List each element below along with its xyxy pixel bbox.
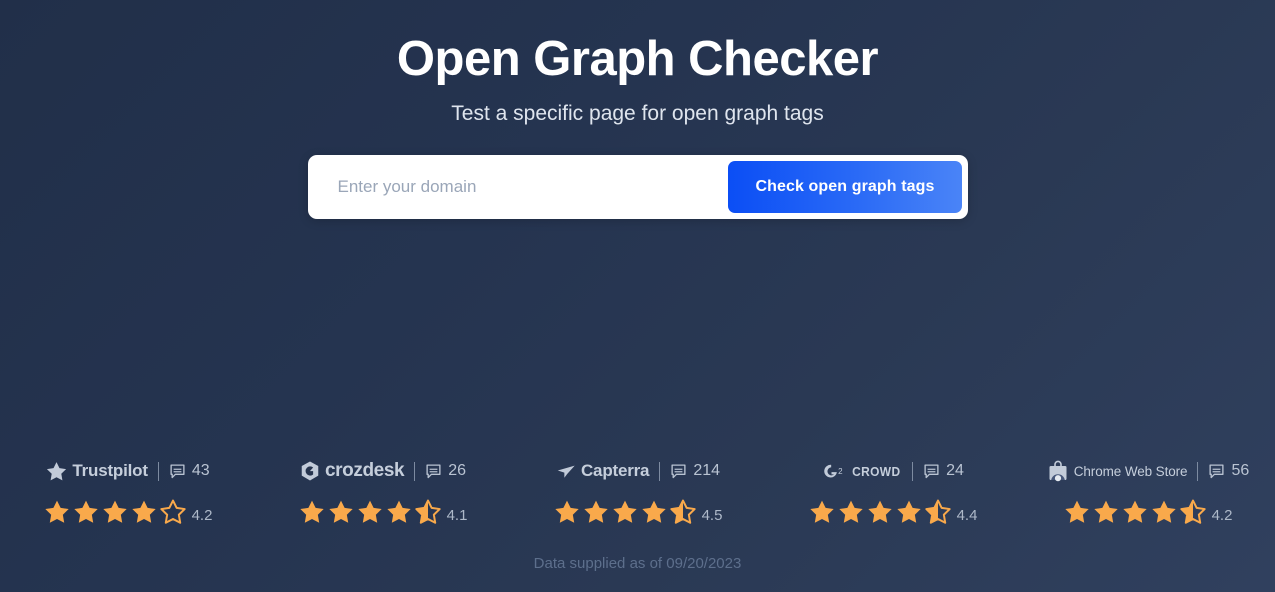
brand-name: crozdesk [325, 460, 405, 481]
rating-card[interactable]: crozdesk 26 4.1 [265, 458, 500, 526]
divider [1197, 461, 1199, 481]
brand-name: Trustpilot [72, 461, 148, 480]
rating-card[interactable]: Trustpilot 43 4.2 [10, 458, 245, 526]
review-count-value: 24 [946, 462, 964, 479]
star-half-icon [1179, 498, 1207, 526]
hero-section: Open Graph Checker Test a specific page … [0, 0, 1275, 128]
star-filled-icon [640, 498, 668, 526]
rating-score: 4.2 [1211, 507, 1233, 524]
star-rating: 4.5 [553, 498, 723, 526]
rating-card[interactable]: 2 CROWD 24 4.4 [775, 458, 1010, 526]
rating-score: 4.2 [191, 507, 213, 524]
star-filled-icon [130, 498, 158, 526]
rating-card[interactable]: Capterra 214 4.5 [520, 458, 755, 526]
star-filled-icon [895, 498, 923, 526]
rating-score: 4.4 [956, 507, 978, 524]
star-filled-icon [1063, 498, 1091, 526]
brand-row: 2 CROWD 24 [821, 458, 964, 484]
star-rating: 4.1 [298, 498, 468, 526]
star-rating: 4.4 [808, 498, 978, 526]
rating-score: 4.1 [446, 507, 468, 524]
g2-crowd-icon: 2 CROWD [821, 461, 902, 481]
divider [157, 461, 159, 481]
brand-name: Chrome Web Store [1073, 463, 1188, 479]
check-open-graph-tags-button[interactable]: Check open graph tags [728, 161, 962, 213]
star-filled-icon [356, 498, 384, 526]
star-rating: 4.2 [43, 498, 213, 526]
brand-row: crozdesk 26 [299, 458, 466, 484]
domain-input[interactable] [313, 161, 729, 213]
chrome-web-store-bag-icon: Chrome Web Store [1046, 459, 1188, 483]
star-filled-icon [43, 498, 71, 526]
page-subtitle: Test a specific page for open graph tags [451, 102, 824, 125]
divider [414, 461, 416, 481]
comment-icon [670, 463, 687, 480]
star-filled-icon [101, 498, 129, 526]
brand-name: Capterra [580, 461, 650, 480]
review-count-value: 26 [448, 462, 466, 479]
brand-row: Trustpilot 43 [45, 458, 210, 484]
review-count-value: 43 [191, 462, 210, 479]
star-filled-icon [808, 498, 836, 526]
ratings-strip: Trustpilot 43 4.2 crozdesk 26 4.1 Capterra 214 4… [0, 458, 1275, 526]
divider [912, 461, 914, 481]
page-root: Open Graph Checker Test a specific page … [0, 0, 1275, 592]
star-filled-icon [837, 498, 865, 526]
trustpilot-star-icon: Trustpilot [45, 460, 148, 483]
star-filled-icon [611, 498, 639, 526]
star-filled-icon [1150, 498, 1178, 526]
search-bar: Check open graph tags [307, 155, 968, 219]
star-filled-icon [385, 498, 413, 526]
brand-name: CROWD [851, 463, 900, 479]
star-empty-icon [159, 498, 187, 526]
star-rating: 4.2 [1063, 498, 1233, 526]
g2-superscript: 2 [838, 466, 843, 476]
rating-score: 4.5 [701, 507, 723, 524]
rating-card[interactable]: Chrome Web Store 56 4.2 [1030, 458, 1265, 526]
comment-icon [425, 463, 442, 480]
review-count-value: 214 [693, 462, 721, 479]
comment-icon [923, 463, 940, 480]
review-count: 56 [1208, 462, 1249, 480]
review-count: 24 [923, 462, 964, 480]
comment-icon [169, 463, 186, 480]
review-count: 43 [169, 462, 210, 480]
star-half-icon [414, 498, 442, 526]
capterra-paper-plane-icon: Capterra [555, 460, 650, 482]
review-count: 214 [670, 462, 720, 480]
star-filled-icon [72, 498, 100, 526]
brand-row: Capterra 214 [555, 458, 720, 484]
star-filled-icon [327, 498, 355, 526]
star-filled-icon [298, 498, 326, 526]
review-count-value: 56 [1231, 462, 1250, 479]
star-filled-icon [553, 498, 581, 526]
star-half-icon [669, 498, 697, 526]
review-count: 26 [425, 462, 466, 480]
star-filled-icon [1092, 498, 1120, 526]
page-title: Open Graph Checker [396, 32, 879, 86]
star-filled-icon [1121, 498, 1149, 526]
star-filled-icon [866, 498, 894, 526]
brand-row: Chrome Web Store 56 [1046, 458, 1249, 484]
divider [659, 461, 661, 481]
star-filled-icon [582, 498, 610, 526]
star-half-icon [924, 498, 952, 526]
comment-icon [1208, 463, 1225, 480]
crozdesk-hexagon-icon: crozdesk [299, 460, 405, 482]
data-supplied-note: Data supplied as of 09/20/2023 [533, 555, 742, 572]
